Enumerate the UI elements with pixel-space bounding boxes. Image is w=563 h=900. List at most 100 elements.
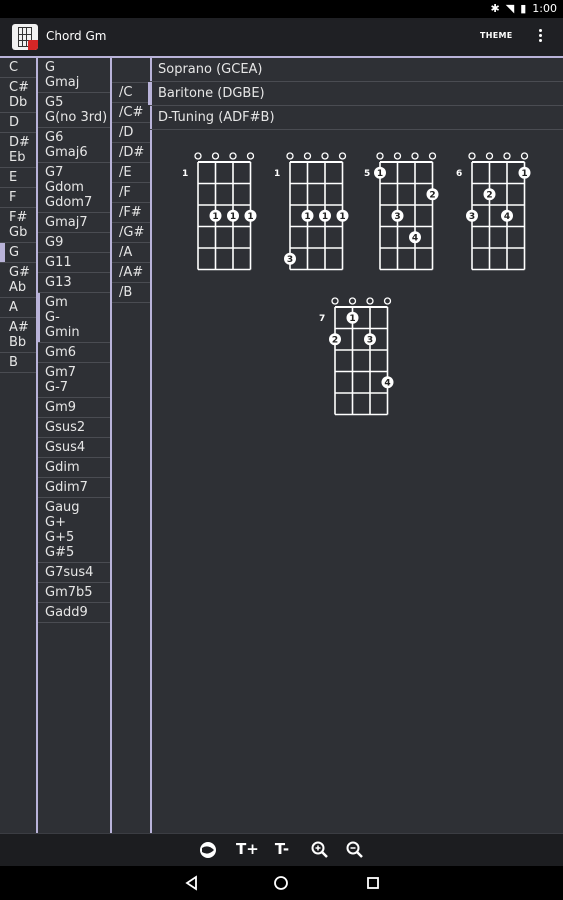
chord-type-item[interactable]: Gdim [38, 458, 110, 478]
finger-number: 2 [332, 335, 338, 345]
root-note-item[interactable]: A# Bb [0, 318, 36, 353]
tuning-option[interactable]: Baritone (DGBE) [148, 82, 563, 106]
chord-type-item[interactable]: G7sus4 [38, 563, 110, 583]
app-bar: Chord Gm THEME [0, 18, 563, 58]
finger-number: 1 [349, 314, 355, 324]
back-icon[interactable] [183, 874, 201, 892]
open-string-marker [246, 152, 255, 160]
tuning-option[interactable]: Soprano (GCEA) [150, 58, 563, 82]
zoom-in-icon[interactable] [310, 840, 330, 860]
root-note-item[interactable]: F [0, 188, 36, 208]
bass-note-item[interactable]: /B [112, 283, 150, 303]
open-string-marker [331, 297, 339, 305]
root-note-item[interactable]: E [0, 168, 36, 188]
fret-number-label: 7 [319, 314, 325, 324]
open-string-marker [393, 152, 402, 160]
font-increase-button[interactable]: T+ [236, 840, 259, 860]
app-title: Chord Gm [46, 29, 107, 43]
chord-type-item[interactable]: Gm7b5 [38, 583, 110, 603]
bass-note-item[interactable]: /D# [112, 143, 150, 163]
chord-type-item[interactable]: Gmaj7 [38, 213, 110, 233]
theme-button[interactable]: THEME [480, 31, 513, 40]
finger-number: 1 [377, 169, 383, 179]
home-icon[interactable] [272, 874, 290, 892]
finger-number: 3 [287, 255, 293, 265]
bass-note-item[interactable] [112, 58, 150, 83]
open-string-marker [428, 152, 437, 160]
chord-type-item[interactable]: G11 [38, 253, 110, 273]
finger-number: 1 [521, 169, 527, 179]
finger-number: 1 [212, 212, 218, 222]
open-string-marker [468, 152, 476, 160]
tuning-list: Soprano (GCEA) Baritone (DGBE) D-Tuning (A… [148, 58, 563, 130]
root-note-item[interactable]: A [0, 298, 36, 318]
bass-note-item[interactable]: /E [112, 163, 150, 183]
open-string-marker [229, 152, 237, 160]
finger-number: 3 [469, 212, 475, 222]
chord-type-item[interactable]: G9 [38, 233, 110, 253]
chord-type-item[interactable]: Gm7 G-7 [38, 363, 110, 398]
open-string-marker [503, 152, 511, 160]
root-note-item[interactable]: B [0, 353, 36, 373]
root-note-item[interactable]: G# Ab [0, 263, 36, 298]
bass-note-item[interactable]: /A [112, 243, 150, 263]
root-note-item[interactable]: C [0, 58, 36, 78]
chord-diagram[interactable]: 7 1 2 3 4 [319, 297, 394, 416]
chord-type-list: G Gmaj G5 G(no 3rd) G6 Gmaj6 G7 Gdom Gdom7 G… [37, 58, 112, 833]
bass-note-item[interactable]: /F [112, 183, 150, 203]
finger-number: 2 [486, 190, 492, 200]
chord-type-item[interactable]: G5 G(no 3rd) [38, 93, 110, 128]
fret-number-label: 1 [274, 169, 280, 179]
open-string-marker [211, 152, 220, 160]
bass-note-item[interactable]: /C# [112, 103, 150, 123]
bass-note-item[interactable]: /D [112, 123, 150, 143]
finger-number: 1 [339, 212, 345, 222]
open-string-marker [383, 297, 392, 305]
root-note-item[interactable]: D# Eb [0, 133, 36, 168]
root-note-item[interactable]: C# Db [0, 78, 36, 113]
open-string-marker [348, 297, 357, 305]
chord-type-item[interactable]: Gdim7 [38, 478, 110, 498]
open-string-marker [520, 152, 529, 160]
bass-note-item[interactable]: /C [112, 83, 150, 103]
tuning-option[interactable]: D-Tuning (ADF#B) [150, 106, 563, 130]
chord-type-item[interactable]: Gsus4 [38, 438, 110, 458]
open-string-marker [194, 152, 202, 160]
chord-type-item[interactable]: Gm9 [38, 398, 110, 418]
bass-note-item[interactable]: /A# [112, 263, 150, 283]
open-string-marker [321, 152, 329, 160]
root-note-item[interactable]: G [0, 243, 36, 263]
wifi-icon: ◥ [505, 2, 515, 15]
bass-note-item[interactable]: /G# [112, 223, 150, 243]
chord-diagrams: 11 1 111 1 135 12346 123 47 12 34 [182, 152, 531, 416]
bass-note-item[interactable]: /F# [112, 203, 150, 223]
open-string-marker [303, 152, 312, 160]
chord-diagram[interactable]: 5 1 2 3 4 [364, 152, 439, 271]
chord-type-item[interactable]: Gadd9 [38, 603, 110, 623]
chord-diagram[interactable]: 1 1 1 1 3 [274, 152, 349, 271]
chord-type-item[interactable]: Gm6 [38, 343, 110, 363]
chord-diagram[interactable]: 1 1 1 1 [182, 152, 257, 271]
chord-type-item[interactable]: G Gmaj [38, 58, 110, 93]
instrument-switch-icon[interactable] [198, 840, 218, 860]
chord-type-item[interactable]: Gm G- Gmin [37, 293, 110, 343]
chord-type-item[interactable]: G7 Gdom Gdom7 [38, 163, 110, 213]
bottom-toolbar: T+ T- [0, 833, 563, 867]
chord-type-item[interactable]: G13 [38, 273, 110, 293]
overflow-menu-icon[interactable] [532, 27, 548, 47]
root-note-item[interactable]: F# Gb [0, 208, 36, 243]
chord-type-item[interactable]: Gsus2 [38, 418, 110, 438]
font-decrease-button[interactable]: T- [272, 840, 292, 860]
finger-number: 1 [247, 212, 253, 222]
chord-type-item[interactable]: G6 Gmaj6 [38, 128, 110, 163]
recents-icon[interactable] [364, 874, 382, 892]
finger-number: 1 [322, 212, 328, 222]
finger-number: 1 [230, 212, 236, 222]
chord-type-item[interactable]: Gaug G+ G+5 G#5 [38, 498, 110, 563]
chord-diagram[interactable]: 6 1 2 3 4 [456, 152, 531, 271]
zoom-out-icon[interactable] [345, 840, 365, 860]
open-string-marker [286, 152, 294, 160]
bluetooth-icon: ✱ [490, 2, 500, 15]
finger-number: 3 [367, 335, 373, 345]
root-note-item[interactable]: D [0, 113, 36, 133]
